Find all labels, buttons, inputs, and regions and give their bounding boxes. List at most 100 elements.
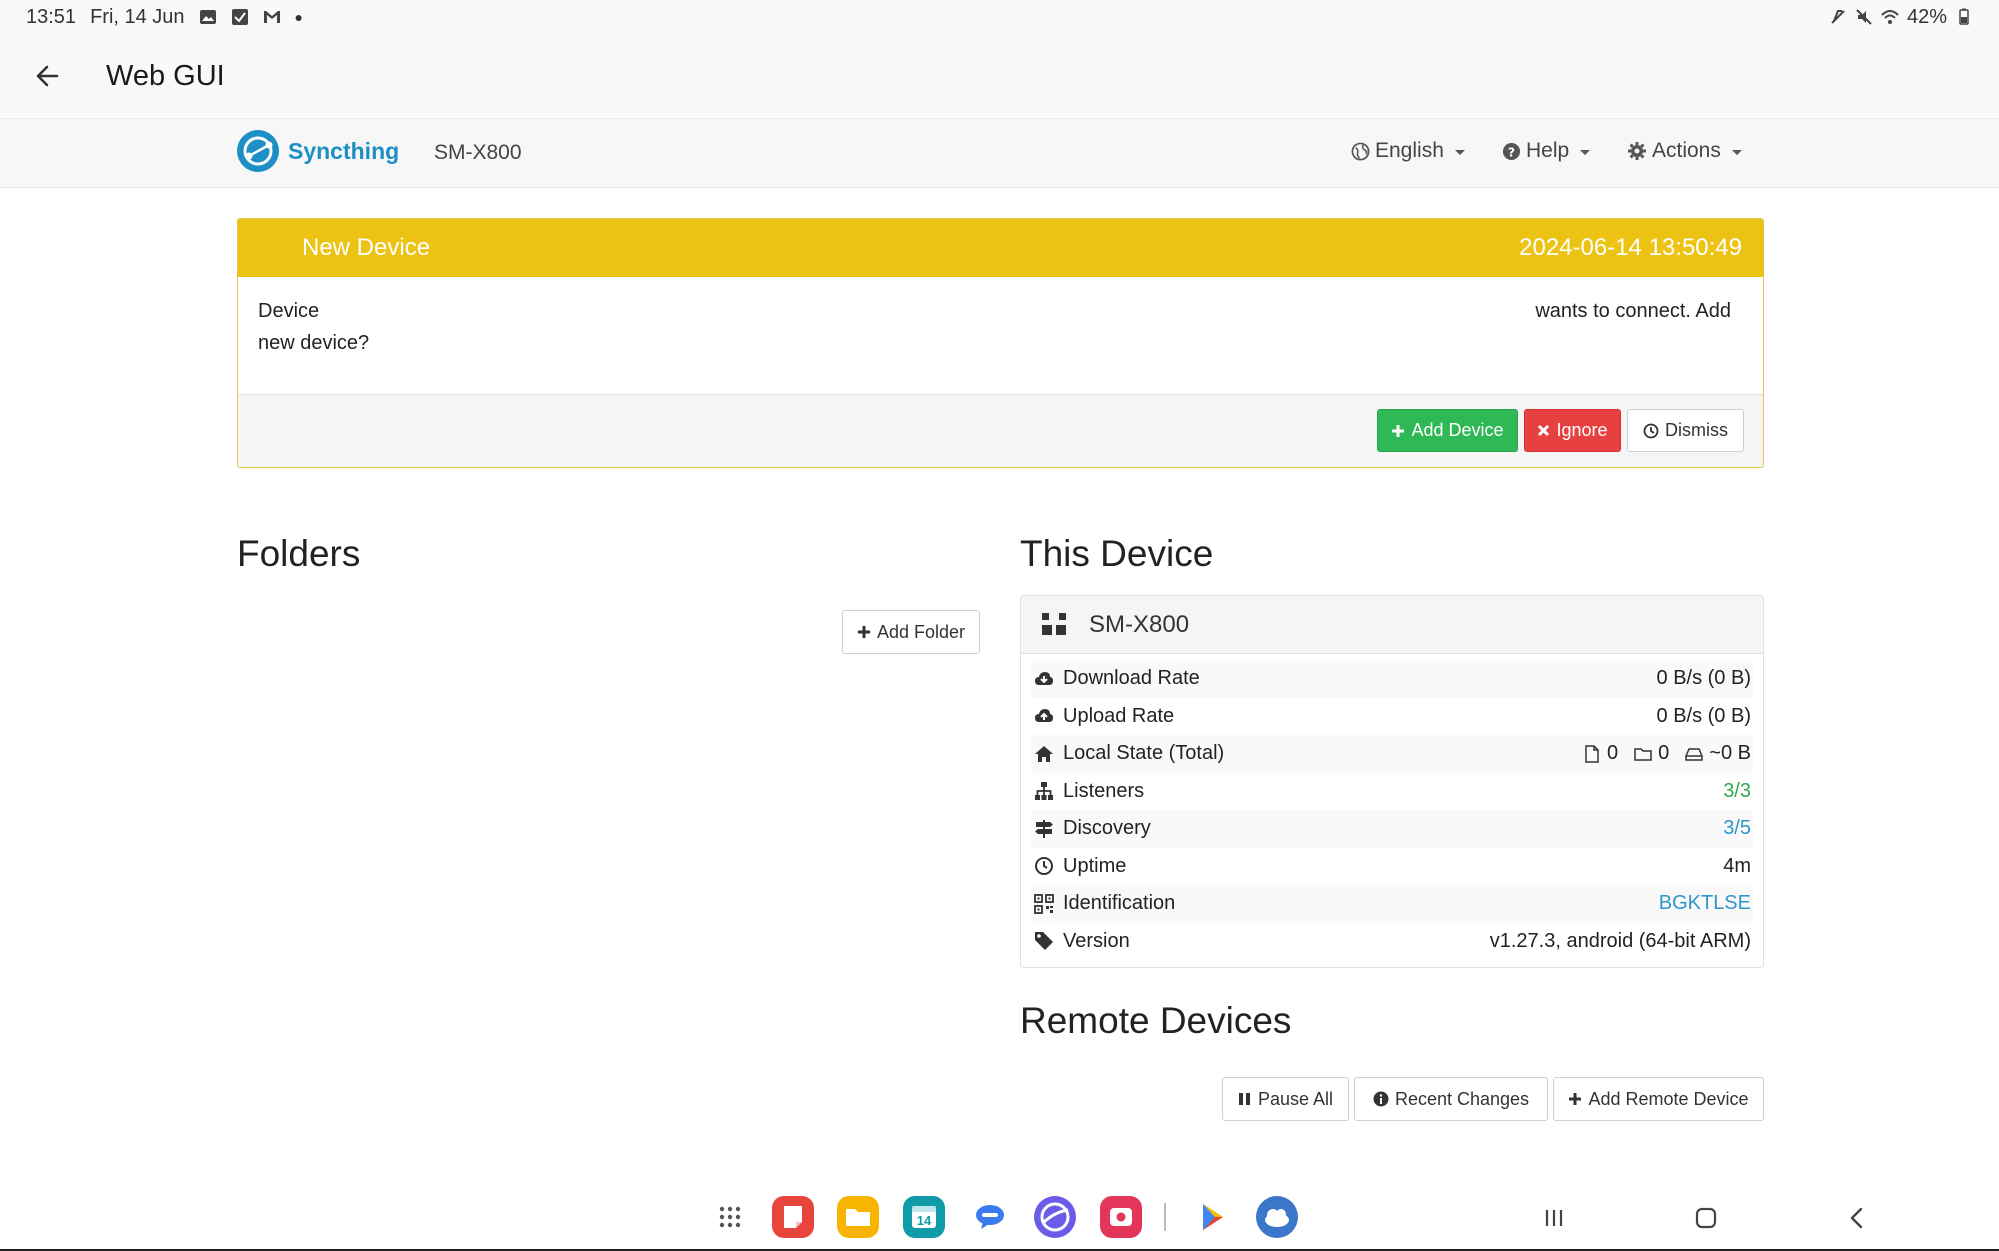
notification-header: New Device 2024-06-14 13:50:49: [238, 219, 1763, 277]
discovery-value[interactable]: 3/5: [1723, 817, 1751, 840]
version-label: Version: [1063, 929, 1130, 952]
dismiss-button[interactable]: Dismiss: [1627, 409, 1744, 452]
download-rate-value: 0 B/s (0 B): [1656, 667, 1751, 690]
svg-text:?: ?: [1508, 145, 1515, 159]
add-remote-device-label: Add Remote Device: [1588, 1088, 1749, 1109]
identification-label: Identification: [1063, 892, 1176, 915]
syncthing-app-icon[interactable]: [1256, 1196, 1298, 1238]
pause-all-button[interactable]: Pause All: [1222, 1077, 1349, 1121]
local-state-label: Local State (Total): [1063, 742, 1225, 765]
globe-icon: [1351, 142, 1370, 160]
home-nav-icon[interactable]: [1689, 1201, 1723, 1235]
internet-app-icon[interactable]: [1034, 1196, 1076, 1238]
download-rate-row: Download Rate 0 B/s (0 B): [1031, 660, 1753, 698]
notification-body: Device wants to connect. Add new device?: [238, 277, 1763, 394]
add-folder-button[interactable]: Add Folder: [842, 610, 980, 654]
no-sim-icon: [1829, 8, 1847, 26]
this-device-heading: This Device: [1020, 533, 1214, 574]
this-device-name: SM-X800: [1089, 610, 1190, 638]
sitemap-icon: [1033, 780, 1055, 802]
taskbar: 14: [0, 1185, 1999, 1251]
battery-percent: 42%: [1906, 5, 1947, 28]
remote-devices-heading: Remote Devices: [1020, 1000, 1292, 1041]
add-remote-device-button[interactable]: Add Remote Device: [1553, 1077, 1764, 1121]
syncthing-navbar: Syncthing SM-X800 English ? Help Actions: [0, 118, 1999, 188]
folder-icon: [1634, 745, 1652, 763]
add-folder-label: Add Folder: [876, 621, 966, 642]
language-menu-label: English: [1375, 139, 1444, 162]
help-menu-label: Help: [1526, 139, 1570, 162]
notification-footer: Add Device Ignore Dismiss: [238, 394, 1763, 467]
brand-name: Syncthing: [288, 137, 400, 164]
version-row: Version v1.27.3, android (64-bit ARM): [1031, 923, 1753, 961]
battery-icon: [1955, 8, 1973, 26]
clock-icon: [1643, 423, 1659, 438]
notification-title: New Device: [302, 234, 431, 261]
language-menu[interactable]: English: [1351, 139, 1465, 163]
folders-heading: Folders: [237, 533, 361, 574]
listeners-value[interactable]: 3/3: [1723, 780, 1751, 803]
checkbox-icon: [231, 8, 249, 26]
files-app-icon[interactable]: [837, 1196, 879, 1238]
wifi-icon: [1881, 8, 1899, 26]
notification-text-device: Device: [258, 300, 320, 322]
actions-menu[interactable]: Actions: [1627, 139, 1742, 163]
clock-icon: [1033, 855, 1055, 877]
status-time: 13:51: [26, 5, 77, 28]
image-icon: [199, 8, 217, 26]
notification-text-connect: wants to connect. Add: [1535, 300, 1731, 322]
this-device-header[interactable]: SM-X800: [1021, 596, 1763, 654]
dock-divider: [1164, 1203, 1166, 1231]
uptime-row: Uptime 4m: [1031, 848, 1753, 886]
new-device-notification: New Device 2024-06-14 13:50:49 Device wa…: [237, 218, 1764, 468]
gmail-icon: [263, 8, 281, 26]
dot-icon: ●: [294, 9, 304, 25]
screen-recorder-app-icon[interactable]: [1100, 1196, 1142, 1238]
discovery-row[interactable]: Discovery 3/5: [1031, 810, 1753, 848]
upload-rate-label: Upload Rate: [1063, 704, 1175, 727]
local-size: ~0 B: [1709, 742, 1751, 765]
add-device-label: Add Device: [1411, 420, 1504, 440]
this-device-panel: SM-X800 Download Rate 0 B/s (0 B) Upload…: [1020, 595, 1764, 968]
back-button[interactable]: [24, 52, 72, 100]
qrcode-icon: [1033, 893, 1055, 915]
messages-app-icon[interactable]: [969, 1196, 1011, 1238]
identification-value[interactable]: BGKTLSE: [1659, 892, 1751, 915]
version-value: v1.27.3, android (64-bit ARM): [1489, 929, 1751, 952]
play-store-icon[interactable]: [1191, 1196, 1233, 1238]
local-state-value: 0 0 ~0 B: [1583, 742, 1751, 765]
notes-app-icon[interactable]: [772, 1196, 814, 1238]
mute-icon: [1855, 8, 1873, 26]
plus-icon: [1569, 1093, 1582, 1105]
dismiss-label: Dismiss: [1665, 420, 1728, 440]
identification-row[interactable]: Identification BGKTLSE: [1031, 885, 1753, 923]
notification-timestamp: 2024-06-14 13:50:49: [1519, 234, 1742, 261]
notification-text-question: new device?: [258, 332, 370, 354]
apps-grid-icon[interactable]: [709, 1196, 751, 1238]
upload-rate-value: 0 B/s (0 B): [1656, 704, 1751, 727]
question-circle-icon: ?: [1502, 142, 1521, 160]
uptime-label: Uptime: [1063, 854, 1127, 877]
app-bar: Web GUI: [0, 34, 1999, 118]
help-menu[interactable]: ? Help: [1502, 139, 1591, 163]
calendar-app-icon[interactable]: 14: [903, 1196, 945, 1238]
recent-apps-icon[interactable]: [1537, 1201, 1571, 1235]
tag-icon: [1033, 930, 1055, 952]
plus-icon: [857, 626, 870, 638]
discovery-label: Discovery: [1063, 817, 1151, 840]
times-icon: [1538, 424, 1550, 437]
pause-icon: [1238, 1093, 1250, 1105]
ignore-button[interactable]: Ignore: [1524, 409, 1621, 452]
caret-down-icon: [1580, 149, 1591, 155]
app-bar-title: Web GUI: [106, 59, 225, 92]
back-nav-icon[interactable]: [1840, 1201, 1874, 1235]
syncthing-brand[interactable]: Syncthing: [236, 129, 399, 173]
this-device-stats: Download Rate 0 B/s (0 B) Upload Rate 0 …: [1021, 654, 1763, 960]
device-identicon: [1042, 612, 1066, 635]
listeners-label: Listeners: [1063, 779, 1145, 802]
status-date: Fri, 14 Jun: [90, 5, 185, 28]
local-state-row: Local State (Total) 0 0 ~0 B: [1031, 735, 1753, 773]
listeners-row[interactable]: Listeners 3/3: [1031, 773, 1753, 811]
add-device-button[interactable]: Add Device: [1377, 409, 1518, 452]
recent-changes-button[interactable]: Recent Changes: [1354, 1077, 1548, 1121]
